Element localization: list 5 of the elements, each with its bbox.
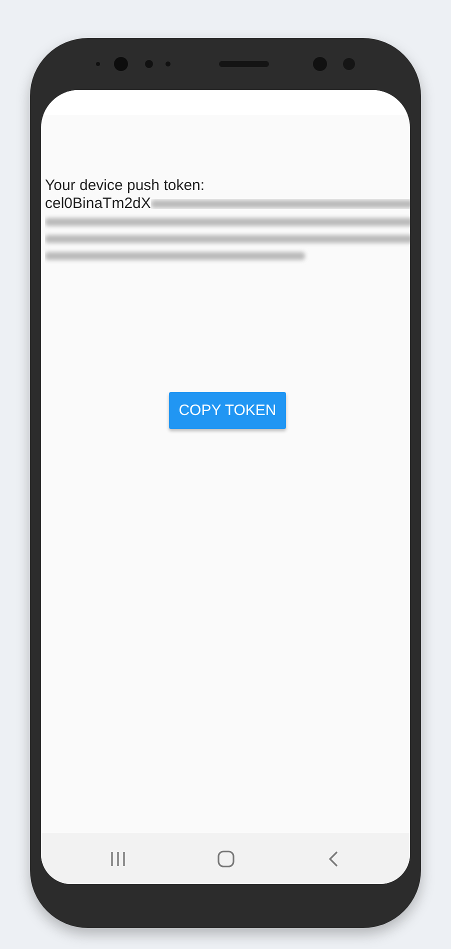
token-text: cel0BinaTm2dX [45, 195, 151, 213]
recent-apps-icon[interactable] [108, 850, 126, 868]
token-label: Your device push token: [45, 177, 206, 195]
copy-token-button[interactable]: COPY TOKEN [168, 392, 286, 429]
home-icon[interactable] [216, 850, 234, 868]
